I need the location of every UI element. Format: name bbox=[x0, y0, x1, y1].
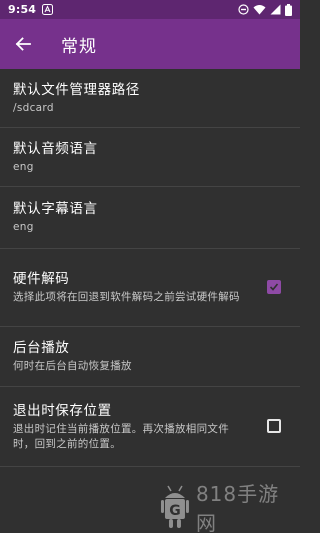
wifi-icon bbox=[253, 4, 266, 15]
a-badge-icon bbox=[42, 4, 54, 15]
setting-item-background-playback[interactable]: 后台播放 何时在后台自动恢复播放 bbox=[0, 327, 300, 387]
status-time: 9:54 bbox=[8, 3, 37, 16]
signal-icon bbox=[270, 4, 281, 15]
setting-title: 退出时保存位置 bbox=[13, 402, 112, 419]
setting-summary: 选择此项将在回退到软件解码之前尝试硬件解码 bbox=[13, 291, 240, 303]
status-left: 9:54 bbox=[8, 3, 54, 16]
arrow-left-icon bbox=[15, 37, 31, 51]
setting-title: 默认文件管理器路径 bbox=[13, 81, 140, 98]
setting-title: 默认音频语言 bbox=[13, 140, 98, 157]
check-icon bbox=[269, 282, 279, 291]
setting-summary: 退出时记住当前播放位置。再次播放相同文件时，回到之前的位置。 bbox=[13, 422, 229, 450]
setting-item-save-position[interactable]: 退出时保存位置 退出时记住当前播放位置。再次播放相同文件时，回到之前的位置。 bbox=[0, 387, 300, 467]
battery-icon bbox=[285, 3, 292, 16]
hardware-decoding-checkbox[interactable] bbox=[267, 279, 281, 294]
dnd-icon bbox=[238, 4, 249, 15]
status-right bbox=[238, 3, 292, 16]
setting-item-file-manager-path[interactable]: 默认文件管理器路径 /sdcard bbox=[0, 69, 300, 128]
android-g-logo-icon: G bbox=[160, 485, 189, 528]
setting-item-subtitle-language[interactable]: 默认字幕语言 eng bbox=[0, 187, 300, 249]
setting-item-hardware-decoding[interactable]: 硬件解码 选择此项将在回退到软件解码之前尝试硬件解码 bbox=[0, 249, 300, 327]
setting-title: 后台播放 bbox=[13, 340, 70, 356]
watermark-text: 818手游网 bbox=[195, 482, 280, 533]
save-position-checkbox[interactable] bbox=[267, 418, 281, 433]
app-bar: 常规 bbox=[0, 19, 300, 69]
settings-list: 默认文件管理器路径 /sdcard 默认音频语言 eng 默认字幕语言 eng … bbox=[0, 69, 300, 467]
setting-title: 硬件解码 bbox=[13, 271, 70, 287]
setting-summary: eng bbox=[13, 160, 34, 173]
setting-summary: /sdcard bbox=[13, 101, 54, 114]
setting-title: 默认字幕语言 bbox=[13, 201, 98, 217]
setting-summary: eng bbox=[13, 221, 34, 233]
svg-text:G: G bbox=[169, 503, 180, 519]
back-button[interactable] bbox=[13, 34, 33, 54]
screen: 9:54 常规 默认文件管理器路径 /sdcard 默认音频语言 eng 默认字… bbox=[0, 0, 300, 533]
page-title: 常规 bbox=[61, 36, 97, 57]
status-bar: 9:54 bbox=[0, 0, 300, 19]
setting-item-audio-language[interactable]: 默认音频语言 eng bbox=[0, 128, 300, 187]
setting-summary: 何时在后台自动恢复播放 bbox=[13, 360, 132, 372]
watermark: G 818手游网 bbox=[160, 478, 300, 533]
